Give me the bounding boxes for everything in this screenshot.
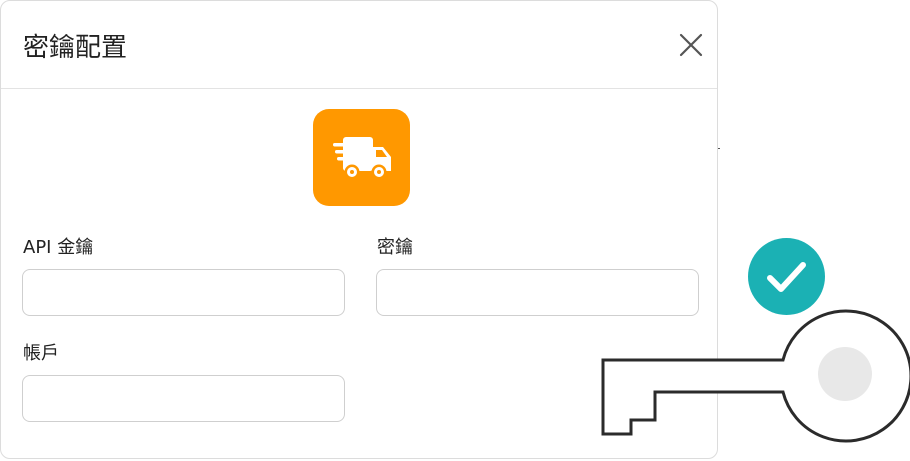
dialog-header: 密鑰配置	[1, 1, 717, 89]
secret-label: 密鑰	[377, 237, 413, 258]
close-icon	[679, 33, 703, 57]
api-key-input[interactable]	[22, 269, 345, 316]
check-circle-icon	[767, 262, 806, 292]
check-badge	[748, 238, 825, 315]
account-label: 帳戶	[23, 343, 59, 364]
delivery-truck-icon	[333, 137, 391, 180]
account-input[interactable]	[22, 375, 345, 422]
app-icon	[313, 109, 410, 206]
api-key-label: API 金鑰	[23, 237, 94, 258]
divider-tick	[718, 148, 720, 149]
dialog-title: 密鑰配置	[23, 33, 128, 63]
close-button[interactable]	[675, 29, 707, 61]
key-illustration	[600, 305, 910, 445]
key-icon	[601, 309, 910, 443]
